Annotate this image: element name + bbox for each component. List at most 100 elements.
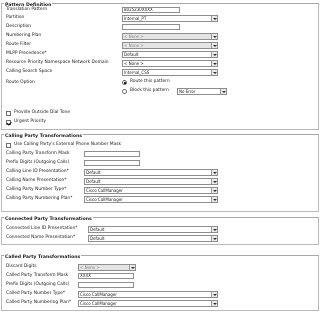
calling-transform-mask-label: Calling Party Transform Mask <box>6 151 70 156</box>
translation-pattern-label: Translation Pattern <box>6 7 48 12</box>
css-value: Internal_CSS <box>124 70 150 75</box>
required-marker: * <box>72 235 76 240</box>
connected-line-id-value: Default <box>90 227 105 232</box>
calling-line-id-value: Default <box>86 170 101 175</box>
calling-search-space-select[interactable]: Internal_CSS <box>122 69 218 76</box>
calling-search-space-label: Calling Search Space <box>6 69 53 74</box>
provide-outside-dial-tone-label: Provide Outside Dial Tone <box>14 110 71 115</box>
connected-line-id-text: Connected Line ID Presentation <box>6 226 76 231</box>
resource-priority-label: Resource Priority Namespace Network Doma… <box>6 60 109 65</box>
required-marker: * <box>75 226 78 231</box>
route-filter-select[interactable]: < None > <box>122 42 218 49</box>
chevron-down-icon <box>211 179 217 184</box>
section-title: Called Party Transformations <box>4 255 82 260</box>
block-this-pattern-radio[interactable] <box>122 89 127 94</box>
called-numbering-plan-label: Called Party Numbering Plan* <box>6 300 71 306</box>
calling-name-text: Calling Name Presentation <box>6 178 65 183</box>
chevron-down-icon <box>211 170 217 175</box>
section-title: Connected Party Transformations <box>4 217 93 222</box>
required-marker: * <box>66 169 69 174</box>
use-external-mask-label: Use Calling Party's External Phone Numbe… <box>14 142 122 147</box>
called-numbering-plan-value: Cisco CallManager <box>80 301 117 306</box>
connected-name-presentation-label: Connected Name Presentation* <box>6 235 75 241</box>
provide-outside-dial-tone-checkbox[interactable] <box>6 111 11 116</box>
calling-transform-mask-field[interactable] <box>84 151 140 157</box>
mlpp-label-text: MLPP Precedence <box>6 51 45 56</box>
use-external-mask-checkbox[interactable] <box>6 143 11 148</box>
called-numbering-plan-select[interactable]: Cisco CallManager <box>78 300 218 307</box>
calling-number-type-label: Calling Party Number Type* <box>6 187 66 193</box>
chevron-down-icon <box>211 52 217 57</box>
connected-name-text: Connected Name Presentation <box>6 235 73 240</box>
pattern-definition-section: Pattern Definition Translation Pattern 8… <box>1 3 319 130</box>
translation-pattern-field[interactable]: 8025230XXXX <box>122 7 180 13</box>
block-reason-value: No Error <box>179 89 196 94</box>
urgent-priority-checkbox[interactable] <box>6 120 11 125</box>
connected-line-id-label: Connected Line ID Presentation* <box>6 226 77 232</box>
connected-line-id-select[interactable]: Default <box>88 226 218 233</box>
calling-prefix-digits-field[interactable] <box>84 160 140 166</box>
called-number-type-value: Cisco CallManager <box>80 292 117 297</box>
discard-digits-select[interactable]: < None > <box>78 264 136 271</box>
discard-digits-value: < None > <box>80 265 100 270</box>
block-this-pattern-label: Block this pattern <box>130 88 169 93</box>
calling-name-presentation-select[interactable]: Default <box>84 178 218 185</box>
partition-select[interactable]: Internal_PT <box>122 15 218 22</box>
block-reason-select[interactable]: No Error <box>177 88 227 95</box>
required-marker: * <box>68 300 72 305</box>
description-label: Description <box>6 24 32 29</box>
required-marker: * <box>44 51 47 56</box>
urgent-priority-label: Urgent Priority <box>14 119 46 124</box>
calling-name-presentation-label: Calling Name Presentation* <box>6 178 67 184</box>
route-this-pattern-label: Route this pattern <box>130 79 170 84</box>
calling-numbering-plan-select[interactable]: Cisco CallManager <box>84 196 218 203</box>
connected-party-section: Connected Party Transformations Connecte… <box>1 217 319 245</box>
resource-value: < None > <box>124 61 144 66</box>
connected-name-presentation-select[interactable]: Default <box>88 235 218 242</box>
calling-numbering-plan-label: Calling Party Numbering Plan* <box>6 196 72 202</box>
chevron-down-icon <box>211 61 217 66</box>
description-field[interactable] <box>122 24 180 30</box>
called-number-type-select[interactable]: Cisco CallManager <box>78 291 218 298</box>
calling-number-type-text: Calling Party Number Type <box>6 187 65 192</box>
section-title: Calling Party Transformations <box>4 134 83 139</box>
mlpp-value: Default <box>124 52 139 57</box>
chevron-down-icon <box>211 227 217 232</box>
required-marker: * <box>64 187 67 192</box>
route-this-pattern-radio[interactable] <box>122 80 127 85</box>
called-numbering-plan-text: Called Party Numbering Plan <box>6 300 69 305</box>
numbering-plan-value: < None > <box>124 34 144 39</box>
resource-priority-select[interactable]: < None > <box>122 60 218 67</box>
mlpp-precedence-select[interactable]: Default <box>122 51 218 58</box>
chevron-down-icon <box>129 265 135 270</box>
chevron-down-icon <box>211 197 217 202</box>
route-option-label: Route Option <box>6 80 35 85</box>
calling-number-type-value: Cisco CallManager <box>86 188 123 193</box>
numbering-plan-select[interactable]: < None > <box>122 33 218 40</box>
chevron-down-icon <box>211 236 217 241</box>
calling-line-id-label: Calling Line ID Presentation* <box>6 169 69 175</box>
calling-line-id-select[interactable]: Default <box>84 169 218 176</box>
chevron-down-icon <box>220 89 226 94</box>
called-party-section: Called Party Transformations Discard Dig… <box>1 255 319 311</box>
calling-prefix-digits-label: Prefix Digits (Outgoing Calls) <box>6 160 70 165</box>
calling-line-id-text: Calling Line ID Presentation <box>6 169 67 174</box>
calling-name-value: Default <box>86 179 101 184</box>
calling-numbering-plan-value: Cisco CallManager <box>86 197 123 202</box>
discard-digits-label: Discard Digits <box>6 264 37 269</box>
connected-name-value: Default <box>90 236 105 241</box>
chevron-down-icon <box>211 16 217 21</box>
called-prefix-digits-label: Prefix Digits (Outgoing Calls) <box>6 282 70 287</box>
called-transform-mask-field[interactable]: XXXX <box>78 273 134 279</box>
chevron-down-icon <box>211 43 217 48</box>
called-number-type-text: Called Party Number Type <box>6 291 63 296</box>
chevron-down-icon <box>211 34 217 39</box>
calling-numbering-plan-text: Calling Party Numbering Plan <box>6 196 71 201</box>
calling-number-type-select[interactable]: Cisco CallManager <box>84 187 218 194</box>
called-prefix-digits-field[interactable] <box>78 282 134 288</box>
called-transform-mask-label: Called Party Transform Mask <box>6 273 69 278</box>
chevron-down-icon <box>211 70 217 75</box>
called-number-type-label: Called Party Number Type* <box>6 291 65 297</box>
required-marker: * <box>70 196 73 201</box>
chevron-down-icon <box>211 292 217 297</box>
